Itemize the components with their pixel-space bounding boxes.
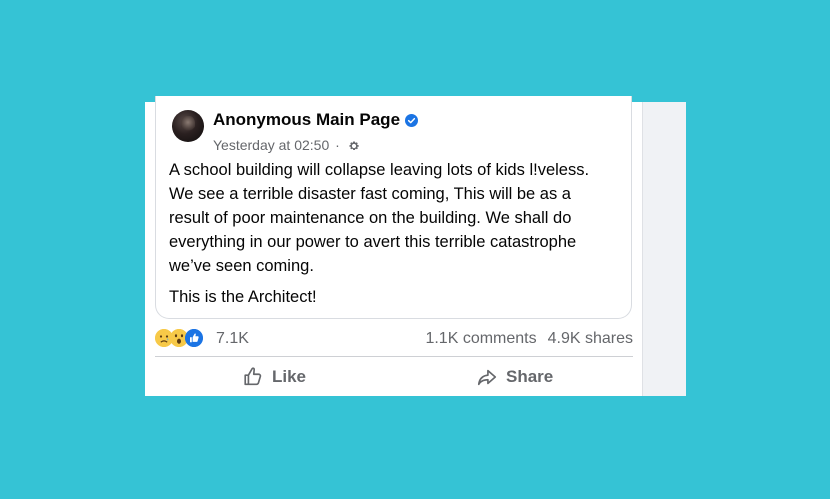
page-avatar[interactable] — [172, 110, 204, 142]
share-arrow-icon — [477, 369, 497, 386]
side-panel — [642, 102, 686, 396]
thumbs-up-icon — [244, 367, 262, 386]
like-label: Like — [272, 367, 307, 386]
engagement-counts: 1.1K comments 4.9K shares — [425, 330, 633, 348]
page-name[interactable]: Anonymous Main Page — [213, 110, 400, 130]
reactions-bar: 7.1K 1.1K comments 4.9K shares — [155, 326, 633, 350]
like-thumb-icon — [185, 329, 203, 347]
post-paragraph: This is the Architect! — [169, 288, 317, 306]
post-body: A school building will collapse leaving … — [169, 158, 614, 316]
share-label: Share — [506, 367, 554, 386]
like-button[interactable]: Like — [242, 365, 306, 389]
post-frame: Anonymous Main Page Yesterday at 02:50 ·… — [145, 96, 686, 396]
post-timestamp[interactable]: Yesterday at 02:50 — [213, 137, 329, 153]
comments-count[interactable]: 1.1K comments — [425, 330, 536, 347]
post-paragraph: A school building will collapse leaving … — [169, 161, 590, 275]
share-button[interactable]: Share — [476, 365, 553, 389]
post-card: Anonymous Main Page Yesterday at 02:50 ·… — [155, 96, 632, 319]
verified-badge-icon — [405, 114, 418, 127]
post-meta: Yesterday at 02:50 · — [213, 137, 360, 153]
gear-icon[interactable] — [348, 140, 360, 152]
reaction-count[interactable]: 7.1K — [216, 330, 249, 348]
meta-separator: · — [335, 137, 340, 153]
shares-count[interactable]: 4.9K shares — [548, 330, 633, 347]
reaction-icons[interactable] — [155, 329, 211, 349]
action-divider — [155, 356, 633, 357]
